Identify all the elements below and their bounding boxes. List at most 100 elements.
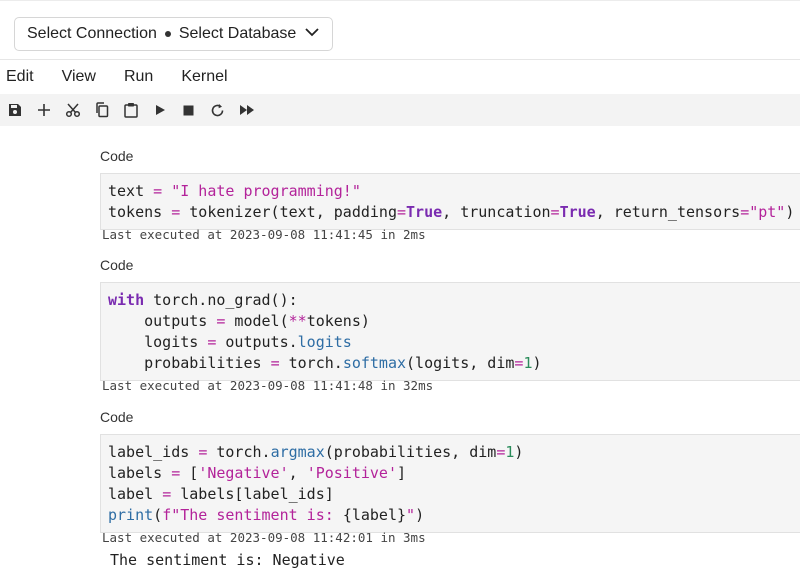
notebook-toolbar bbox=[0, 94, 800, 126]
code-token: label_ids bbox=[108, 443, 199, 461]
code-cell[interactable]: with torch.no_grad(): outputs = model(**… bbox=[100, 282, 800, 381]
execution-info: Last executed at 2023-09-08 11:42:01 in … bbox=[102, 530, 426, 545]
restart-button[interactable] bbox=[203, 96, 232, 124]
code-token: ) bbox=[785, 203, 795, 221]
cell-output: The sentiment is: Negative bbox=[110, 551, 345, 569]
copy-icon bbox=[95, 102, 108, 118]
code-line: label = labels[label_ids] bbox=[108, 484, 793, 505]
code-line: outputs = model(**tokens) bbox=[108, 311, 793, 332]
code-token: [ bbox=[180, 464, 199, 482]
paste-icon bbox=[123, 103, 138, 118]
code-token: label bbox=[108, 485, 163, 503]
menu-run[interactable]: Run bbox=[124, 68, 153, 86]
save-icon bbox=[8, 104, 21, 116]
code-token: = bbox=[270, 354, 280, 372]
cell-type-label: Code bbox=[100, 148, 134, 164]
code-editor[interactable]: text = "I hate programming!" tokens = tok… bbox=[101, 174, 800, 229]
chevron-down-icon bbox=[304, 24, 320, 45]
code-token: , truncation bbox=[442, 203, 551, 221]
database-label: Select Database bbox=[178, 25, 297, 42]
menu-kernel[interactable]: Kernel bbox=[181, 68, 227, 86]
connection-label: Select Connection bbox=[27, 25, 157, 42]
stop-button[interactable] bbox=[174, 96, 203, 124]
code-token: "pt" bbox=[749, 203, 786, 221]
run-all-button[interactable] bbox=[232, 96, 261, 124]
code-token: = bbox=[550, 203, 560, 221]
code-token: True bbox=[559, 203, 596, 221]
code-token: ] bbox=[397, 464, 407, 482]
paste-button[interactable] bbox=[116, 96, 145, 124]
code-token: tokens bbox=[108, 203, 172, 221]
code-line: labels = ['Negative', 'Positive'] bbox=[108, 463, 793, 484]
cell-type-label: Code bbox=[100, 409, 134, 425]
code-token: argmax bbox=[270, 443, 325, 461]
code-token: softmax bbox=[342, 354, 407, 372]
code-cell[interactable]: text = "I hate programming!" tokens = tok… bbox=[100, 173, 800, 230]
code-token: True bbox=[406, 203, 443, 221]
copy-button[interactable] bbox=[87, 96, 116, 124]
code-token: , return_tensors bbox=[595, 203, 741, 221]
code-token: with bbox=[108, 291, 145, 309]
code-token: " bbox=[406, 506, 416, 524]
code-token: tokenizer(text, padding bbox=[180, 203, 397, 221]
add-icon bbox=[37, 104, 50, 116]
code-token: ( bbox=[153, 506, 163, 524]
code-line: with torch.no_grad(): bbox=[108, 290, 793, 311]
code-token: labels[label_ids] bbox=[171, 485, 334, 503]
code-token: model( bbox=[225, 312, 289, 330]
add-cell-button[interactable] bbox=[29, 96, 58, 124]
code-token: ) bbox=[415, 506, 425, 524]
code-token: = bbox=[171, 203, 181, 221]
code-token: (logits, dim bbox=[406, 354, 515, 372]
code-token: tokens) bbox=[306, 312, 370, 330]
code-editor[interactable]: label_ids = torch.argmax(probabilities, … bbox=[101, 435, 800, 532]
code-token: print bbox=[108, 506, 154, 524]
code-editor[interactable]: with torch.no_grad(): outputs = model(**… bbox=[101, 283, 800, 380]
menu-edit[interactable]: Edit bbox=[6, 68, 34, 86]
execution-info: Last executed at 2023-09-08 11:41:45 in … bbox=[102, 227, 426, 242]
code-token: probabilities bbox=[108, 354, 271, 372]
menu-view[interactable]: View bbox=[62, 68, 96, 86]
run-cell-button[interactable] bbox=[145, 96, 174, 124]
code-token: torch.no_grad(): bbox=[144, 291, 298, 309]
code-token: text bbox=[108, 182, 154, 200]
code-line: logits = outputs.logits bbox=[108, 332, 793, 353]
save-button[interactable] bbox=[0, 96, 29, 124]
code-token: = bbox=[740, 203, 750, 221]
code-token: outputs. bbox=[216, 333, 298, 351]
code-token: ) bbox=[514, 443, 524, 461]
restart-icon bbox=[211, 103, 224, 116]
code-token: "I hate programming!" bbox=[171, 182, 361, 200]
code-token: ** bbox=[288, 312, 307, 330]
code-line: probabilities = torch.softmax(logits, di… bbox=[108, 353, 793, 374]
code-token: = bbox=[162, 485, 172, 503]
code-token: logits bbox=[297, 333, 352, 351]
code-token: 'Negative' bbox=[198, 464, 289, 482]
code-token: = bbox=[397, 203, 407, 221]
menu-bar: Edit View Run Kernel bbox=[0, 60, 800, 94]
cut-button[interactable] bbox=[58, 96, 87, 124]
execution-info: Last executed at 2023-09-08 11:41:48 in … bbox=[102, 378, 434, 393]
code-token: , bbox=[288, 464, 307, 482]
code-token: torch. bbox=[279, 354, 343, 372]
code-line: tokens = tokenizer(text, padding=True, t… bbox=[108, 202, 795, 223]
code-token: logits bbox=[108, 333, 208, 351]
code-token: outputs bbox=[108, 312, 217, 330]
cut-icon bbox=[65, 103, 80, 118]
code-line: label_ids = torch.argmax(probabilities, … bbox=[108, 442, 793, 463]
code-token: torch. bbox=[207, 443, 271, 461]
code-token: = bbox=[198, 443, 208, 461]
code-token: (probabilities, dim bbox=[324, 443, 497, 461]
run-all-icon bbox=[239, 105, 254, 115]
code-token: {label} bbox=[342, 506, 407, 524]
run-icon bbox=[155, 105, 165, 115]
connection-selector[interactable]: Select Connection Select Database bbox=[14, 17, 334, 51]
code-token: ) bbox=[532, 354, 542, 372]
code-token: f"The sentiment is: bbox=[162, 506, 343, 524]
code-cell[interactable]: label_ids = torch.argmax(probabilities, … bbox=[100, 434, 800, 533]
separator-dot-icon bbox=[164, 31, 171, 37]
code-line: text = "I hate programming!" bbox=[108, 181, 793, 202]
code-token: 'Positive' bbox=[306, 464, 397, 482]
code-token: = bbox=[171, 464, 181, 482]
